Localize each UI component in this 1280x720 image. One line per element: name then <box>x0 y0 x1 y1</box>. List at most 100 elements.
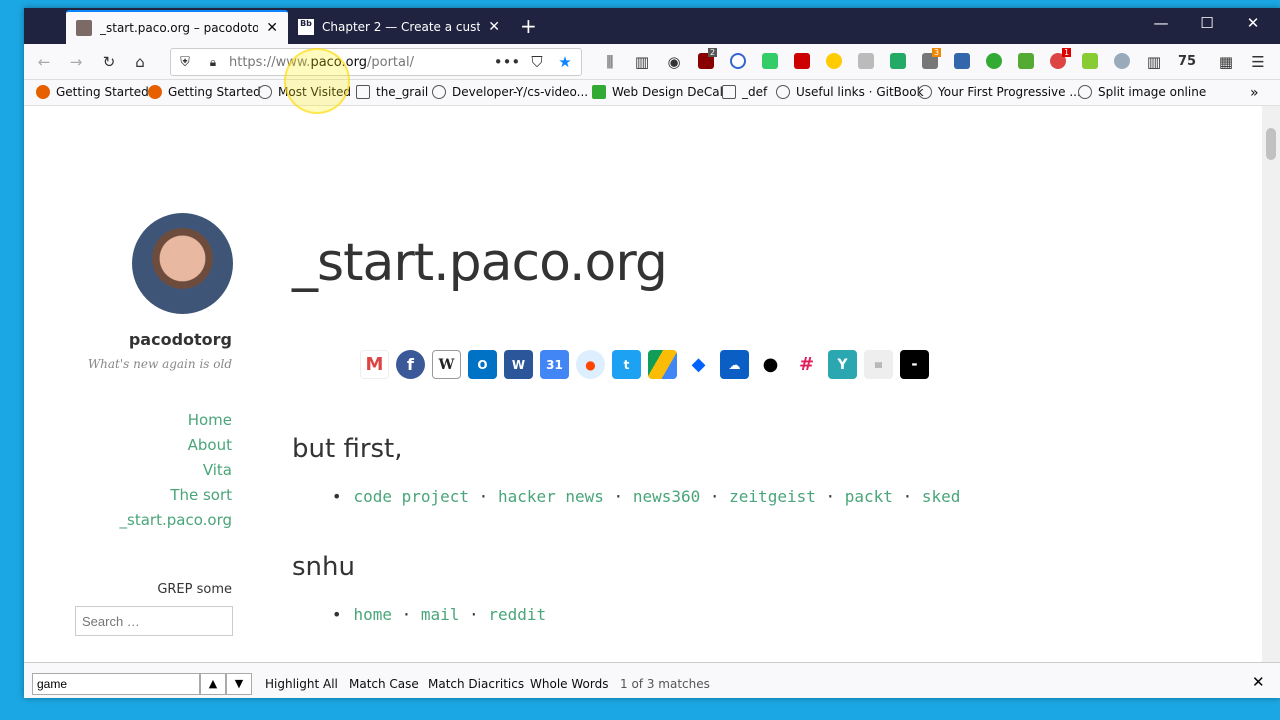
calendar-icon[interactable]: 31 <box>540 350 569 379</box>
menu-icon[interactable]: ☰ <box>1248 52 1268 72</box>
close-window-icon[interactable]: ✕ <box>1230 14 1276 32</box>
find-next-icon[interactable]: ▼ <box>226 673 252 695</box>
forward-icon[interactable]: → <box>66 52 86 72</box>
links-but-first: • code project · hacker news · news360 · … <box>332 487 961 506</box>
textbook-icon[interactable]: ▤ <box>864 350 893 379</box>
link-sked[interactable]: sked <box>922 487 961 506</box>
ext-bars-icon[interactable]: ▥ <box>1144 52 1164 72</box>
gmail-icon[interactable]: M <box>360 350 389 379</box>
minimize-icon[interactable]: — <box>1138 14 1184 32</box>
whole-words-toggle[interactable]: Whole Words <box>530 677 608 691</box>
bookmarks-overflow-icon[interactable]: » <box>1250 85 1259 101</box>
dropbox-icon[interactable]: ◆ <box>684 350 713 379</box>
tab-start-paco[interactable]: _start.paco.org – pacodotorg ✕ <box>66 10 288 44</box>
shield-icon[interactable]: ⛨ <box>175 52 195 72</box>
avatar <box>132 213 233 314</box>
link-code-project[interactable]: code project <box>353 487 469 506</box>
search-input[interactable] <box>75 606 233 636</box>
scrollbar-thumb[interactable] <box>1266 128 1276 160</box>
link-zeitgeist[interactable]: zeitgeist <box>729 487 816 506</box>
bookmark-item[interactable]: Getting Started <box>148 85 261 99</box>
bookmark-item[interactable]: Split image online <box>1078 85 1206 99</box>
block-icon[interactable] <box>730 53 746 69</box>
ext-k-icon[interactable] <box>858 53 874 69</box>
reload-icon[interactable]: ↻ <box>99 52 119 72</box>
sidebar-item-home[interactable]: Home <box>64 411 232 436</box>
page-content: pacodotorg What's new again is old Home … <box>24 106 1264 662</box>
sidebar-nav: Home About Vita The sort _start.paco.org <box>64 411 232 536</box>
pocket-icon[interactable]: ⛉ <box>527 52 547 72</box>
ycombinator-icon[interactable]: Y <box>828 350 857 379</box>
facebook-icon[interactable]: f <box>396 350 425 379</box>
sidebar-item-start[interactable]: _start.paco.org <box>64 511 232 536</box>
google-drive-icon[interactable] <box>648 350 677 379</box>
extensions-icon[interactable]: ▦ <box>1216 52 1236 72</box>
ext-face-icon[interactable] <box>1114 53 1130 69</box>
bookmark-item[interactable]: Developer-Y/cs-video... <box>432 85 588 99</box>
link-home[interactable]: home <box>353 605 392 624</box>
sidebar-icon[interactable]: ▥ <box>632 52 652 72</box>
link-news360[interactable]: news360 <box>633 487 700 506</box>
new-tab-icon[interactable]: + <box>520 14 537 38</box>
back-icon[interactable]: ← <box>34 52 54 72</box>
wikipedia-icon[interactable]: W <box>432 350 461 379</box>
pdf-icon[interactable] <box>794 53 810 69</box>
home-icon[interactable]: ⌂ <box>130 52 150 72</box>
emoji-icon[interactable] <box>826 53 842 69</box>
find-input[interactable] <box>32 673 200 695</box>
bookmark-item[interactable]: Your First Progressive ... <box>918 85 1081 99</box>
site-description: What's new again is old <box>87 357 232 371</box>
lock-icon[interactable]: 🔒︎ <box>203 52 223 72</box>
sidebar-item-the-sort[interactable]: The sort <box>64 486 232 511</box>
highlight-all-toggle[interactable]: Highlight All <box>265 677 338 691</box>
link-reddit[interactable]: reddit <box>488 605 546 624</box>
bookmark-item[interactable]: Useful links · GitBook <box>776 85 924 99</box>
close-tab-icon[interactable]: ✕ <box>488 19 500 35</box>
bookmark-item[interactable]: Getting Started <box>36 85 149 99</box>
sidebar-item-about[interactable]: About <box>64 436 232 461</box>
tab-bar: _start.paco.org – pacodotorg ✕ Bb Chapte… <box>24 8 1280 44</box>
outlook-icon[interactable]: O <box>468 350 497 379</box>
ext-badge: 3 <box>932 48 942 57</box>
hourglass-icon[interactable] <box>890 53 906 69</box>
match-diacritics-toggle[interactable]: Match Diacritics <box>428 677 524 691</box>
onedrive-icon[interactable]: ☁ <box>720 350 749 379</box>
ext-green-icon[interactable] <box>1018 53 1034 69</box>
slack-icon[interactable]: # <box>792 350 821 379</box>
link-mail[interactable]: mail <box>421 605 460 624</box>
bookmark-item[interactable]: Web Design DeCal <box>592 85 723 99</box>
page-actions-icon[interactable]: ••• <box>494 52 521 72</box>
tab-title: _start.paco.org – pacodotorg <box>100 21 259 35</box>
find-previous-icon[interactable]: ▲ <box>200 673 226 695</box>
twitter-icon[interactable]: t <box>612 350 641 379</box>
match-case-toggle[interactable]: Match Case <box>349 677 419 691</box>
tab-favicon-icon <box>76 20 92 36</box>
github-icon[interactable]: ● <box>756 350 785 379</box>
link-hacker-news[interactable]: hacker news <box>498 487 604 506</box>
maximize-icon[interactable]: ☐ <box>1184 14 1230 32</box>
library-icon[interactable]: ⫼ <box>600 52 620 72</box>
tab-chapter-2[interactable]: Bb Chapter 2 — Create a custom c ✕ <box>288 10 510 44</box>
sidebar-item-vita[interactable]: Vita <box>64 461 232 486</box>
word-icon[interactable]: W <box>504 350 533 379</box>
counter-badge[interactable]: 75 <box>1178 54 1196 69</box>
url-bar[interactable]: ⛨ 🔒︎ https://www.paco.org/portal/ ••• ⛉ … <box>170 48 582 76</box>
tab-favicon-icon: Bb <box>298 19 314 35</box>
whatsapp-icon[interactable] <box>762 53 778 69</box>
bookmarks-bar: Getting Started Getting Started Most Vis… <box>24 80 1280 106</box>
reddit-icon[interactable]: ● <box>576 350 605 379</box>
bookmark-star-icon[interactable]: ★ <box>555 52 575 72</box>
bookmark-folder[interactable]: _def <box>722 85 767 99</box>
stitcher-icon[interactable]: ▬ <box>900 350 929 379</box>
close-find-bar-icon[interactable]: ✕ <box>1252 673 1265 691</box>
yandex-icon[interactable] <box>954 53 970 69</box>
bookmark-folder[interactable]: the_grail <box>356 85 428 99</box>
page-scrollbar[interactable] <box>1262 106 1280 662</box>
ext-b-icon[interactable] <box>986 53 1002 69</box>
site-name[interactable]: pacodotorg <box>84 330 232 349</box>
close-tab-icon[interactable]: ✕ <box>266 20 278 36</box>
nav-toolbar: ← → ↻ ⌂ ⛨ 🔒︎ https://www.paco.org/portal… <box>24 44 1280 80</box>
account-icon[interactable]: ◉ <box>664 52 684 72</box>
ext-puzzle-icon[interactable] <box>1082 53 1098 69</box>
link-packt[interactable]: packt <box>845 487 893 506</box>
